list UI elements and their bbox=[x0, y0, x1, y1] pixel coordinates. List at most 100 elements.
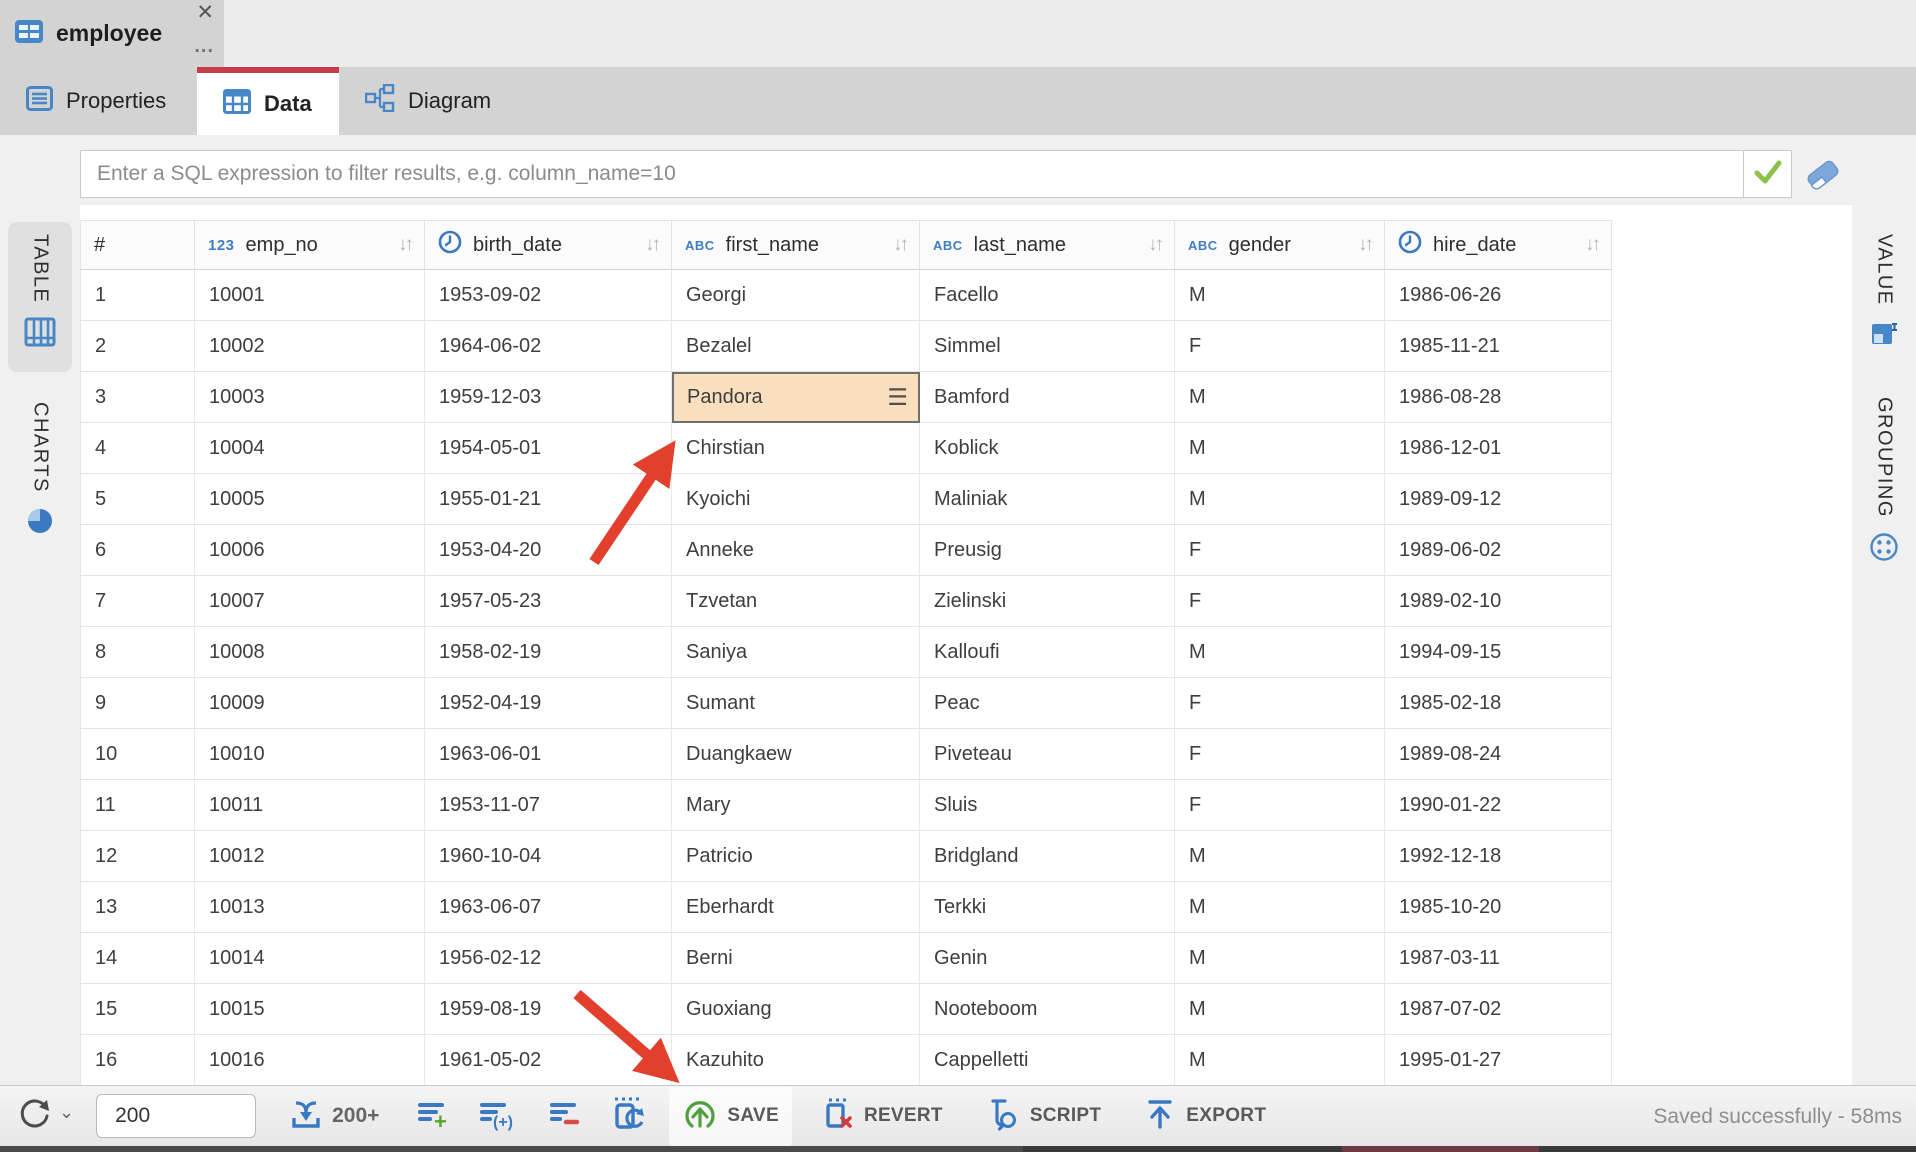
data-cell[interactable]: Mary bbox=[672, 780, 920, 831]
data-cell[interactable]: Preusig bbox=[920, 525, 1175, 576]
rail-item-value[interactable]: VALUE bbox=[1858, 222, 1910, 372]
tab-diagram[interactable]: Diagram bbox=[339, 67, 525, 135]
data-cell[interactable]: Bamford bbox=[920, 372, 1175, 423]
data-cell[interactable]: Tzvetan bbox=[672, 576, 920, 627]
data-cell[interactable]: 10014 bbox=[195, 933, 425, 984]
data-cell[interactable]: 10003 bbox=[195, 372, 425, 423]
data-cell[interactable]: Berni bbox=[672, 933, 920, 984]
data-cell[interactable]: Bezalel bbox=[672, 321, 920, 372]
sort-toggle-icon[interactable]: ↓↑ bbox=[392, 234, 411, 256]
data-cell[interactable]: Sluis bbox=[920, 780, 1175, 831]
clear-filter-button[interactable] bbox=[1803, 157, 1843, 198]
data-cell[interactable]: Simmel bbox=[920, 321, 1175, 372]
column-header-last-name[interactable]: ABC last_name ↓↑ bbox=[920, 220, 1175, 270]
data-cell[interactable]: 1953-04-20 bbox=[425, 525, 672, 576]
sort-toggle-icon[interactable]: ↓↑ bbox=[1142, 234, 1161, 256]
data-cell[interactable]: 1952-04-19 bbox=[425, 678, 672, 729]
data-cell[interactable]: Zielinski bbox=[920, 576, 1175, 627]
data-cell[interactable]: Cappelletti bbox=[920, 1035, 1175, 1086]
data-cell[interactable]: M bbox=[1175, 1035, 1385, 1086]
data-cell[interactable]: 1985-02-18 bbox=[1385, 678, 1612, 729]
data-cell[interactable]: Nooteboom bbox=[920, 984, 1175, 1035]
row-number-cell[interactable]: 13 bbox=[80, 882, 195, 933]
data-cell[interactable]: M bbox=[1175, 270, 1385, 321]
data-cell[interactable]: Patricio bbox=[672, 831, 920, 882]
data-cell[interactable]: Genin bbox=[920, 933, 1175, 984]
column-header-first-name[interactable]: ABC first_name ↓↑ bbox=[672, 220, 920, 270]
save-button[interactable]: SAVE bbox=[669, 1087, 792, 1146]
data-cell[interactable]: F bbox=[1175, 729, 1385, 780]
row-number-cell[interactable]: 10 bbox=[80, 729, 195, 780]
data-cell[interactable]: F bbox=[1175, 780, 1385, 831]
sort-toggle-icon[interactable]: ↓↑ bbox=[1579, 234, 1598, 256]
data-cell[interactable]: Peac bbox=[920, 678, 1175, 729]
data-cell[interactable]: M bbox=[1175, 882, 1385, 933]
export-button[interactable]: EXPORT bbox=[1130, 1087, 1279, 1146]
data-cell[interactable]: 1954-05-01 bbox=[425, 423, 672, 474]
data-cell[interactable]: 10011 bbox=[195, 780, 425, 831]
column-header-gender[interactable]: ABC gender ↓↑ bbox=[1175, 220, 1385, 270]
row-limit-input[interactable] bbox=[96, 1094, 256, 1138]
revert-button[interactable]: REVERT bbox=[808, 1087, 956, 1146]
data-cell[interactable]: M bbox=[1175, 627, 1385, 678]
data-cell[interactable]: 10001 bbox=[195, 270, 425, 321]
data-cell[interactable]: F bbox=[1175, 321, 1385, 372]
data-cell[interactable]: 1963-06-07 bbox=[425, 882, 672, 933]
column-header-hire-date[interactable]: hire_date ↓↑ bbox=[1385, 220, 1612, 270]
rail-item-table[interactable]: TABLE bbox=[8, 222, 72, 372]
data-cell[interactable]: 1989-02-10 bbox=[1385, 576, 1612, 627]
data-cell[interactable]: Maliniak bbox=[920, 474, 1175, 525]
data-cell[interactable]: M bbox=[1175, 474, 1385, 525]
data-cell[interactable]: 1961-05-02 bbox=[425, 1035, 672, 1086]
data-cell[interactable]: 1989-08-24 bbox=[1385, 729, 1612, 780]
data-cell[interactable]: 1964-06-02 bbox=[425, 321, 672, 372]
data-cell[interactable]: 10007 bbox=[195, 576, 425, 627]
rail-item-grouping[interactable]: GROUPING bbox=[1858, 385, 1910, 585]
data-cell[interactable]: 1986-08-28 bbox=[1385, 372, 1612, 423]
data-cell[interactable]: Anneke bbox=[672, 525, 920, 576]
data-cell[interactable]: Kazuhito bbox=[672, 1035, 920, 1086]
data-cell[interactable]: Guoxiang bbox=[672, 984, 920, 1035]
apply-filter-button[interactable] bbox=[1743, 151, 1791, 197]
data-cell[interactable]: M bbox=[1175, 984, 1385, 1035]
data-cell[interactable]: Georgi bbox=[672, 270, 920, 321]
add-row-button[interactable]: + bbox=[415, 1096, 451, 1137]
column-header-emp-no[interactable]: 123 emp_no ↓↑ bbox=[195, 220, 425, 270]
script-button[interactable]: SCRIPT bbox=[972, 1087, 1114, 1146]
rail-item-charts[interactable]: CHARTS bbox=[8, 390, 72, 555]
data-cell[interactable]: 1963-06-01 bbox=[425, 729, 672, 780]
data-cell[interactable]: F bbox=[1175, 576, 1385, 627]
data-cell[interactable]: Kalloufi bbox=[920, 627, 1175, 678]
data-cell[interactable]: M bbox=[1175, 372, 1385, 423]
data-cell[interactable]: 10009 bbox=[195, 678, 425, 729]
data-cell[interactable]: 10004 bbox=[195, 423, 425, 474]
row-number-cell[interactable]: 1 bbox=[80, 270, 195, 321]
refresh-button[interactable]: ⌄ bbox=[16, 1094, 74, 1139]
data-cell[interactable]: Bridgland bbox=[920, 831, 1175, 882]
row-number-cell[interactable]: 8 bbox=[80, 627, 195, 678]
data-cell[interactable]: Sumant bbox=[672, 678, 920, 729]
row-number-cell[interactable]: 12 bbox=[80, 831, 195, 882]
tab-overflow-icon[interactable]: ... bbox=[194, 36, 214, 56]
sort-toggle-icon[interactable]: ↓↑ bbox=[887, 234, 906, 256]
row-number-cell[interactable]: 15 bbox=[80, 984, 195, 1035]
data-cell[interactable]: 10008 bbox=[195, 627, 425, 678]
data-cell[interactable]: 1985-10-20 bbox=[1385, 882, 1612, 933]
data-cell[interactable]: Terkki bbox=[920, 882, 1175, 933]
column-header-rownum[interactable]: # bbox=[80, 220, 195, 270]
data-cell[interactable]: 10012 bbox=[195, 831, 425, 882]
data-cell[interactable]: Pandora☰ bbox=[672, 372, 920, 423]
data-cell[interactable]: 1956-02-12 bbox=[425, 933, 672, 984]
data-cell[interactable]: F bbox=[1175, 678, 1385, 729]
data-cell[interactable]: 10006 bbox=[195, 525, 425, 576]
data-cell[interactable]: 1985-11-21 bbox=[1385, 321, 1612, 372]
data-cell[interactable]: Saniya bbox=[672, 627, 920, 678]
row-number-cell[interactable]: 3 bbox=[80, 372, 195, 423]
data-cell[interactable]: 1987-07-02 bbox=[1385, 984, 1612, 1035]
data-cell[interactable]: 1989-06-02 bbox=[1385, 525, 1612, 576]
row-number-cell[interactable]: 7 bbox=[80, 576, 195, 627]
data-cell[interactable]: 10010 bbox=[195, 729, 425, 780]
data-cell[interactable]: 10005 bbox=[195, 474, 425, 525]
data-cell[interactable]: Facello bbox=[920, 270, 1175, 321]
data-cell[interactable]: 1958-02-19 bbox=[425, 627, 672, 678]
